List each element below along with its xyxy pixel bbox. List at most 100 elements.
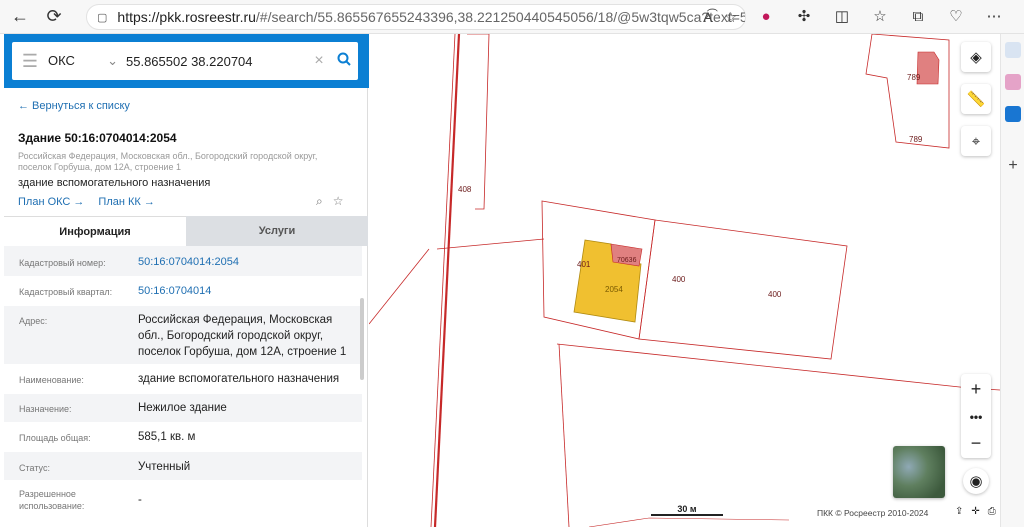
label-408: 408 — [458, 185, 472, 194]
table-row: Кадастровый номер: 50:16:0704014:2054 — [4, 246, 362, 276]
print-icon[interactable]: ⎙ — [988, 506, 996, 517]
prop-value: Российская Федерация, Московская обл., Б… — [138, 314, 347, 358]
split-screen-icon[interactable]: ◫ — [831, 4, 853, 28]
address-bar[interactable]: ▢ https://pkk.rosreestr.ru /#/search/55.… — [86, 4, 746, 30]
parcel-408 — [467, 34, 490, 210]
chevron-down-icon: ⌄ — [107, 53, 118, 68]
parcel-border — [588, 517, 790, 527]
tabs: Информация Услуги — [4, 216, 368, 246]
lock-icon[interactable]: ▢ — [97, 11, 107, 24]
tab-info[interactable]: Информация — [4, 216, 186, 246]
ruler-icon[interactable]: 📏 — [961, 84, 991, 114]
copilot-sidebar-icon[interactable] — [1005, 74, 1021, 90]
prop-value[interactable]: 50:16:0704014:2054 — [138, 254, 358, 270]
search-sidebar-icon[interactable] — [1005, 42, 1021, 58]
label-2054: 2054 — [605, 285, 623, 294]
crosshair-icon[interactable]: ✛ — [971, 506, 979, 517]
plan-oks-link[interactable]: План ОКС → — [18, 196, 84, 208]
prop-label: Статус: — [19, 463, 50, 473]
favorites-icon[interactable]: ☆ — [869, 4, 891, 28]
info-panel: ☰ ОКС ⌄ 55.865502 38.220704 × ‹ ← Вернут… — [0, 34, 382, 527]
object-type-select[interactable]: ОКС ⌄ — [48, 53, 126, 69]
clear-icon[interactable]: × — [308, 52, 330, 70]
table-row: Назначение: Нежилое здание — [4, 394, 362, 422]
prop-label: Наименование: — [19, 375, 84, 385]
zoom-to-object-icon[interactable]: ⌕ — [316, 194, 323, 209]
zoom-more-button[interactable]: ••• — [961, 404, 991, 430]
browser-toolbar: ← ⟳ ▢ https://pkk.rosreestr.ru /#/search… — [0, 0, 1024, 34]
zoom-out-button[interactable]: − — [961, 430, 991, 456]
parcel-border — [369, 248, 430, 325]
prop-label: Назначение: — [19, 404, 72, 414]
parcel-border — [558, 343, 570, 527]
label-400: 400 — [768, 290, 782, 299]
layers-icon[interactable]: ◈ — [961, 42, 991, 72]
prop-value: 585,1 кв. м — [138, 431, 196, 443]
table-row: Площадь общая: 585,1 кв. м — [4, 422, 362, 452]
prop-label: Кадастровый квартал: — [19, 287, 113, 297]
puzzle-icon[interactable]: ✣ — [793, 4, 815, 28]
prop-value: здание вспомогательного назначения — [138, 373, 340, 385]
road-line — [433, 34, 461, 527]
compass-icon[interactable]: ◉ — [963, 468, 989, 494]
extension-icon[interactable]: ● — [755, 4, 777, 28]
browser-essentials-icon[interactable]: ♡ — [945, 4, 967, 28]
edge-sidebar: + — [1000, 34, 1024, 527]
object-type-value: ОКС — [48, 53, 75, 68]
road-line — [430, 34, 456, 527]
table-row: Наименование: здание вспомогательного на… — [4, 364, 362, 394]
share-icon[interactable]: ⇪ — [955, 506, 963, 517]
add-sidebar-icon[interactable]: + — [1005, 158, 1021, 174]
plan-kk-link[interactable]: План КК → — [98, 196, 154, 208]
more-icon[interactable]: ⋯ — [983, 4, 1005, 28]
object-address: Российская Федерация, Московская обл., Б… — [18, 151, 318, 172]
back-to-list-link[interactable]: ← Вернуться к списку — [18, 100, 130, 112]
search-bar: ☰ ОКС ⌄ 55.865502 38.220704 × — [4, 34, 368, 88]
read-aloud-icon[interactable]: A͡ — [703, 9, 712, 26]
outlook-sidebar-icon[interactable] — [1005, 106, 1021, 122]
parcel-border — [369, 234, 429, 494]
scale-bar: 30 м — [651, 504, 723, 516]
locate-icon[interactable]: ⌖ — [961, 126, 991, 156]
table-row: Статус: Учтенный — [4, 452, 362, 480]
collections-icon[interactable]: ⧉ — [907, 4, 929, 28]
basemap-thumbnail[interactable] — [893, 446, 945, 498]
prop-label: Кадастровый номер: — [19, 258, 106, 268]
zoom-controls: + ••• − — [961, 374, 991, 458]
url-host: https://pkk.rosreestr.ru — [117, 9, 256, 25]
object-kind: здание вспомогательного назначения — [18, 177, 211, 189]
label-70636: 70636 — [617, 257, 637, 264]
prop-label: Разрешенное использование: — [19, 489, 85, 511]
favorite-icon[interactable]: ☆ — [724, 9, 737, 26]
label-789: 789 — [907, 73, 921, 82]
parcel-border — [436, 238, 545, 250]
parcel-400 — [638, 219, 848, 360]
menu-icon[interactable]: ☰ — [12, 51, 48, 72]
label-789: 789 — [909, 135, 923, 144]
map-view[interactable]: 789 789 408 400 400 401 2054 70636 ◈ 📏 ⌖… — [369, 34, 1000, 527]
label-400: 400 — [672, 275, 686, 284]
prop-value: - — [138, 494, 142, 506]
prop-label: Адрес: — [19, 316, 48, 326]
copyright-text: ПКК © Росреестр 2010-2024 — [817, 508, 929, 518]
search-input[interactable]: 55.865502 38.220704 — [126, 54, 308, 69]
prop-value: Нежилое здание — [138, 402, 227, 414]
scrollbar[interactable] — [360, 298, 364, 380]
url-path: /#/search/55.865567655243396,38.22125044… — [255, 9, 745, 25]
properties-list: Кадастровый номер: 50:16:0704014:2054 Ка… — [4, 246, 368, 527]
object-title: Здание 50:16:0704014:2054 — [18, 131, 177, 145]
favorite-star-icon[interactable]: ☆ — [333, 194, 344, 209]
prop-label: Площадь общая: — [19, 433, 91, 443]
zoom-in-button[interactable]: + — [961, 376, 991, 402]
prop-value: Учтенный — [138, 461, 191, 473]
parcel-789 — [865, 34, 950, 149]
parcel-border — [556, 343, 1000, 391]
prop-value[interactable]: 50:16:0704014 — [138, 283, 358, 299]
tab-services[interactable]: Услуги — [186, 216, 368, 246]
back-icon[interactable]: ← — [6, 3, 34, 31]
search-icon[interactable] — [330, 52, 358, 71]
table-row: Кадастровый квартал: 50:16:0704014 — [4, 276, 362, 306]
table-row: Разрешенное использование: - — [4, 480, 362, 520]
refresh-icon[interactable]: ⟳ — [40, 3, 68, 31]
label-401: 401 — [577, 260, 591, 269]
